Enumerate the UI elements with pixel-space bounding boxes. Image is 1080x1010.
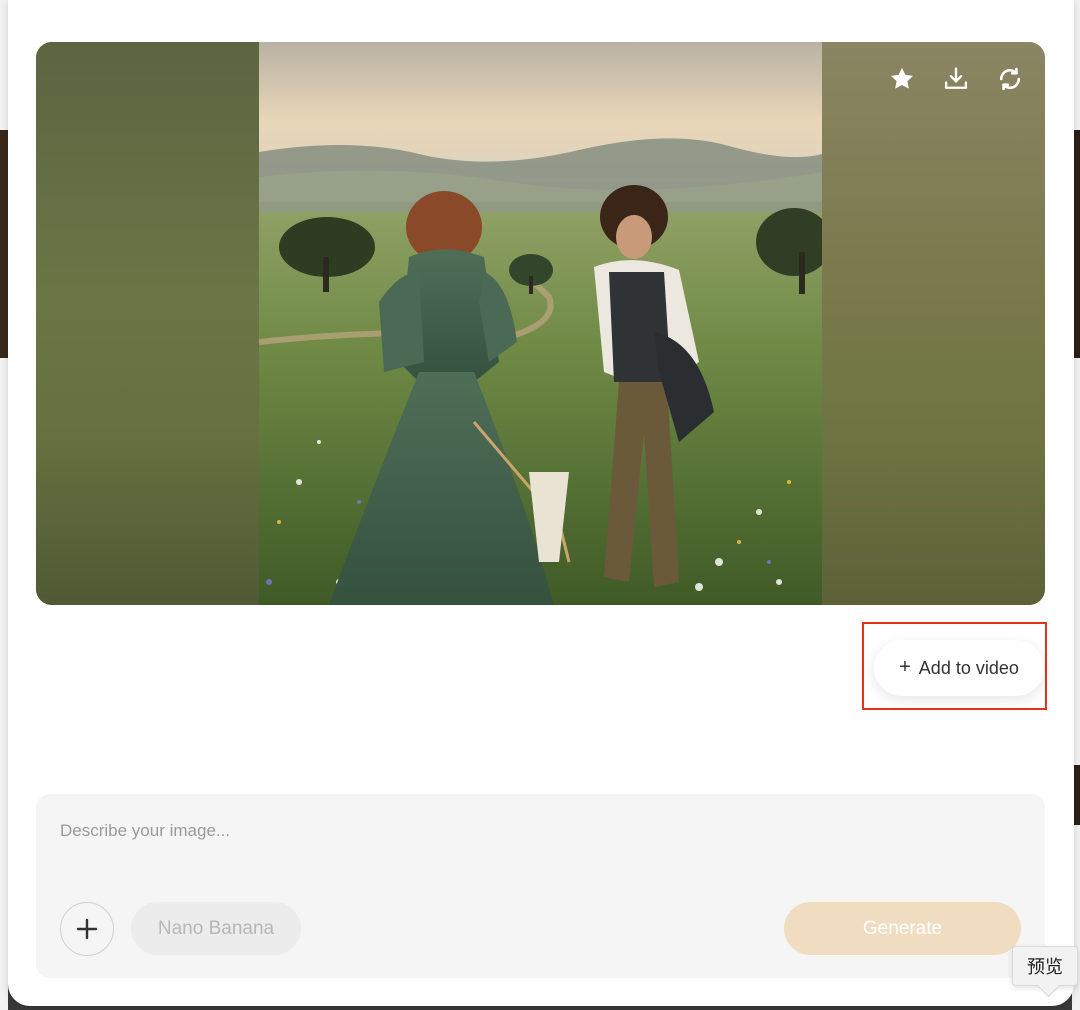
generated-image[interactable]	[259, 42, 822, 605]
generate-button[interactable]: Generate	[784, 902, 1021, 955]
add-attachment-button[interactable]	[60, 902, 114, 956]
image-toolbar	[885, 62, 1027, 96]
plus-icon	[76, 918, 98, 940]
plus-icon: +	[899, 656, 911, 678]
prompt-input[interactable]	[60, 818, 960, 844]
background-thumbnail	[0, 130, 8, 358]
image-generation-modal: + Add to video Nano Banana Generate	[8, 0, 1074, 1006]
generated-image-frame	[36, 42, 1045, 605]
model-selector[interactable]: Nano Banana	[131, 902, 301, 955]
blurred-backdrop-left	[36, 42, 259, 605]
star-icon[interactable]	[885, 62, 919, 96]
blurred-backdrop-right	[822, 42, 1045, 605]
preview-tooltip: 预览	[1012, 946, 1078, 986]
download-icon[interactable]	[939, 62, 973, 96]
add-to-video-button[interactable]: + Add to video	[874, 640, 1044, 696]
tooltip-label: 预览	[1027, 957, 1063, 978]
add-to-video-label: Add to video	[918, 657, 1019, 678]
prompt-composer: Nano Banana Generate	[36, 794, 1045, 978]
refresh-icon[interactable]	[993, 62, 1027, 96]
model-label: Nano Banana	[157, 917, 275, 939]
background-page-left-edge	[0, 0, 8, 1010]
